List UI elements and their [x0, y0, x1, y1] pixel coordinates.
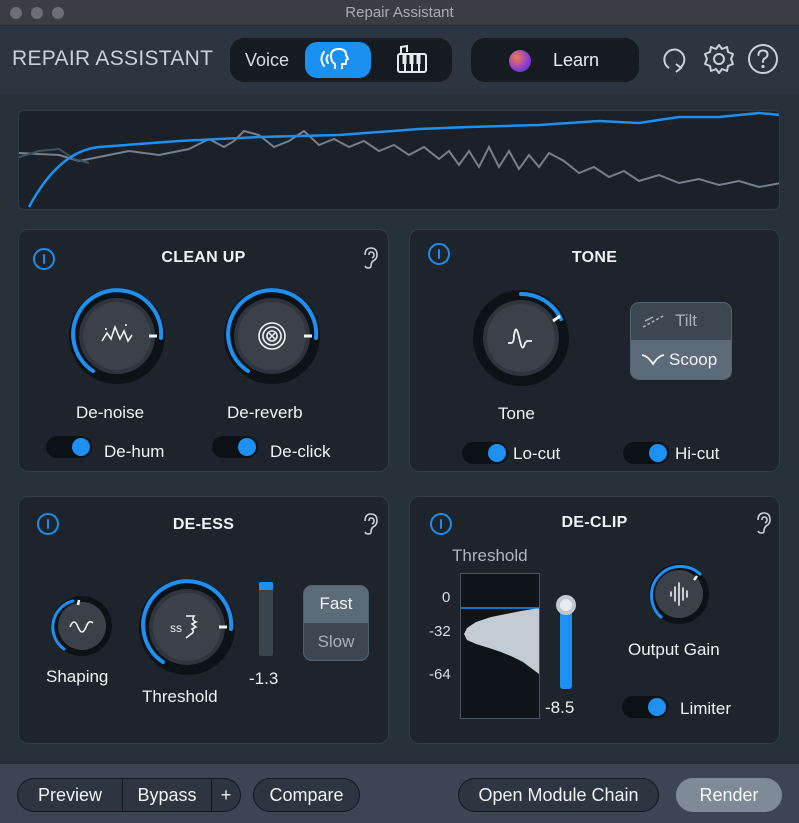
- cleanup-ear-icon[interactable]: [360, 246, 380, 270]
- music-mode-button[interactable]: [382, 42, 442, 78]
- dehum-label: De-hum: [104, 442, 165, 461]
- add-bypass-button[interactable]: +: [211, 778, 241, 812]
- locut-label: Lo-cut: [513, 444, 561, 463]
- tone-title: TONE: [571, 249, 618, 266]
- tone-mode-selector: Tilt Scoop: [630, 302, 732, 380]
- output-gain-label: Output Gain: [628, 640, 720, 659]
- declick-toggle[interactable]: [212, 436, 258, 458]
- gear-icon[interactable]: [702, 42, 736, 76]
- header: REPAIR ASSISTANT Voice Learn: [0, 26, 799, 94]
- shaping-knob[interactable]: [49, 593, 115, 659]
- mode-voice-label: Voice: [245, 50, 290, 70]
- help-icon[interactable]: [746, 42, 780, 76]
- declip-threshold-slider-track[interactable]: [560, 605, 572, 689]
- slow-option[interactable]: Slow: [304, 623, 368, 660]
- declick-label: De-click: [270, 442, 331, 461]
- output-gain-knob[interactable]: [646, 561, 712, 627]
- denoise-label: De-noise: [76, 403, 145, 422]
- dehum-toggle[interactable]: [46, 436, 92, 458]
- open-module-chain-button[interactable]: Open Module Chain: [458, 778, 659, 812]
- dereverb-label: De-reverb: [227, 403, 303, 422]
- declip-ear-icon[interactable]: [753, 511, 773, 535]
- compare-button[interactable]: Compare: [253, 778, 360, 812]
- deess-meter-value: -1.3: [249, 669, 279, 688]
- learn-button[interactable]: Learn: [471, 38, 639, 82]
- declip-threshold-label: Threshold: [452, 546, 528, 565]
- voice-mode-button[interactable]: [305, 42, 371, 78]
- locut-toggle[interactable]: [462, 442, 508, 464]
- spectrum-display: [18, 110, 780, 210]
- denoise-knob[interactable]: [64, 283, 170, 389]
- declip-scale-32: -32: [429, 623, 451, 640]
- shaping-label: Shaping: [46, 667, 109, 686]
- declip-scale-0: 0: [442, 589, 451, 606]
- deess-threshold-knob[interactable]: ss: [134, 574, 240, 680]
- scoop-icon: [641, 354, 665, 366]
- title-bar: Repair Assistant: [0, 0, 799, 26]
- deess-ear-icon[interactable]: [360, 512, 380, 536]
- cleanup-panel: CLEAN UP: [18, 229, 389, 472]
- declip-title: DE-CLIP: [561, 514, 628, 531]
- learn-orb-icon: [509, 50, 531, 72]
- tilt-icon: [642, 314, 666, 328]
- limiter-toggle[interactable]: [622, 696, 668, 718]
- hicut-toggle[interactable]: [623, 442, 669, 464]
- voice-icon: [320, 48, 349, 69]
- app-title: REPAIR ASSISTANT: [12, 47, 214, 70]
- scoop-option[interactable]: Scoop: [631, 340, 731, 379]
- declip-threshold-slider-handle[interactable]: [556, 595, 576, 615]
- deess-title: DE-ESS: [172, 516, 235, 533]
- hicut-label: Hi-cut: [675, 444, 720, 463]
- tilt-option[interactable]: Tilt: [631, 303, 731, 340]
- cleanup-title: CLEAN UP: [161, 249, 246, 266]
- declip-threshold-value: -8.5: [545, 698, 575, 717]
- footer: Preview Bypass + Compare Open Module Cha…: [0, 764, 799, 823]
- tone-knob[interactable]: [468, 285, 574, 391]
- window-title: Repair Assistant: [345, 4, 454, 21]
- music-icon: [397, 44, 427, 73]
- spectrum-graph: [19, 111, 779, 208]
- mode-switch: Voice: [230, 38, 452, 82]
- declip-histogram: [460, 573, 540, 719]
- preview-button[interactable]: Preview: [17, 778, 123, 812]
- tone-panel: TONE Tilt Scoop: [409, 229, 780, 472]
- deess-threshold-label: Threshold: [142, 687, 218, 706]
- render-button[interactable]: Render: [676, 778, 782, 812]
- tilt-label: Tilt: [675, 311, 698, 330]
- deess-meter: [259, 582, 273, 656]
- dereverb-knob[interactable]: [219, 283, 325, 389]
- svg-text:ss: ss: [170, 621, 182, 635]
- scoop-label: Scoop: [669, 350, 718, 369]
- limiter-label: Limiter: [680, 699, 732, 718]
- declip-scale-64: -64: [429, 666, 451, 683]
- learn-label: Learn: [553, 50, 600, 70]
- main-area: CLEAN UP De-noise De-reverb De-hum De-cl…: [0, 94, 799, 764]
- deess-speed-selector: Fast Slow: [303, 585, 369, 661]
- tone-label: Tone: [498, 404, 535, 423]
- bypass-button[interactable]: Bypass: [122, 778, 212, 812]
- undo-icon[interactable]: [657, 42, 691, 76]
- fast-option[interactable]: Fast: [304, 586, 368, 623]
